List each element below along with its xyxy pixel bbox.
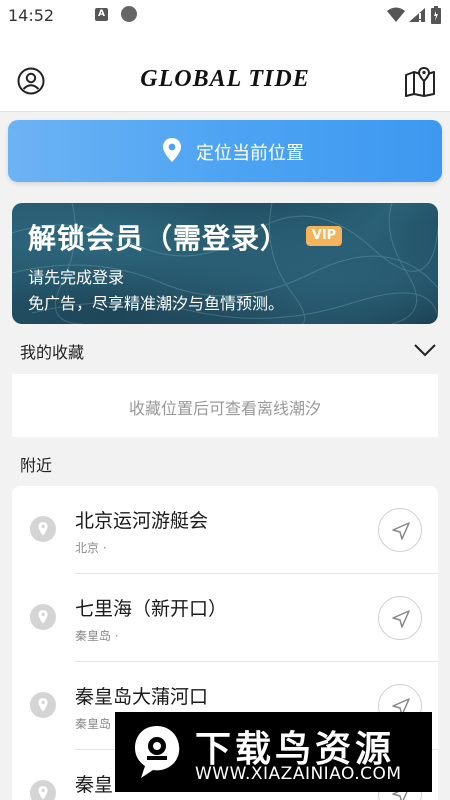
watermark-url: WWW.XIAZAINIAO.COM <box>195 764 402 784</box>
vip-benefits-text: 免广告，尽享精准潮汐与鱼情预测。 <box>28 294 285 313</box>
location-pin-icon <box>30 692 56 718</box>
place-region: 秦皇岛 · <box>75 717 119 731</box>
navigate-button[interactable] <box>378 508 422 552</box>
app-bar: GLOBAL TIDE <box>0 32 450 112</box>
vip-unlock-card[interactable]: 解锁会员（需登录） VIP 请先完成登录 免广告，尽享精准潮汐与鱼情预测。 <box>12 203 438 324</box>
location-pin-icon <box>163 138 181 162</box>
notification-a-icon: A <box>95 8 108 21</box>
location-pin-icon <box>30 604 56 630</box>
nearby-header: 附近 <box>20 456 53 475</box>
status-bar: 14:52 A <box>0 0 450 32</box>
locate-current-position-button[interactable]: 定位当前位置 <box>8 120 442 182</box>
place-name: 秦皇岛大蒲河口 <box>75 686 209 708</box>
navigate-button[interactable] <box>378 596 422 640</box>
signal-icon <box>409 8 425 22</box>
place-name: 七里海（新开口） <box>75 598 228 620</box>
favorites-empty-panel: 收藏位置后可查看离线潮汐 <box>12 374 438 437</box>
wifi-icon <box>387 7 405 22</box>
favorites-header: 我的收藏 <box>20 343 85 362</box>
navigation-arrow-icon <box>392 522 410 540</box>
vip-title: 解锁会员（需登录） <box>28 222 290 255</box>
navigation-arrow-icon <box>392 610 410 628</box>
list-item[interactable]: 北京运河游艇会 北京 · <box>12 486 438 574</box>
status-time: 14:52 <box>8 6 55 25</box>
watermark-banner: 下载鸟资源 WWW.XIAZAINIAO.COM <box>115 712 432 792</box>
place-name: 北京运河游艇会 <box>75 510 209 532</box>
vip-login-prompt: 请先完成登录 <box>28 268 125 287</box>
location-pin-icon <box>30 516 56 542</box>
map-pin-icon[interactable] <box>404 67 436 97</box>
notification-dot-icon <box>121 6 137 22</box>
app-title: GLOBAL TIDE <box>140 66 310 92</box>
place-region: 秦皇岛 · <box>75 629 119 643</box>
vip-badge: VIP <box>306 226 342 246</box>
list-item[interactable]: 七里海（新开口） 秦皇岛 · <box>12 574 438 662</box>
place-name: 秦皇 <box>75 774 114 796</box>
location-pin-icon <box>30 780 56 800</box>
locate-button-label: 定位当前位置 <box>196 143 304 164</box>
battery-icon <box>431 6 441 24</box>
chevron-down-icon[interactable] <box>412 340 438 360</box>
place-region: 北京 · <box>75 541 107 555</box>
favorites-empty-message: 收藏位置后可查看离线潮汐 <box>128 399 321 418</box>
bird-logo-icon <box>135 726 180 778</box>
